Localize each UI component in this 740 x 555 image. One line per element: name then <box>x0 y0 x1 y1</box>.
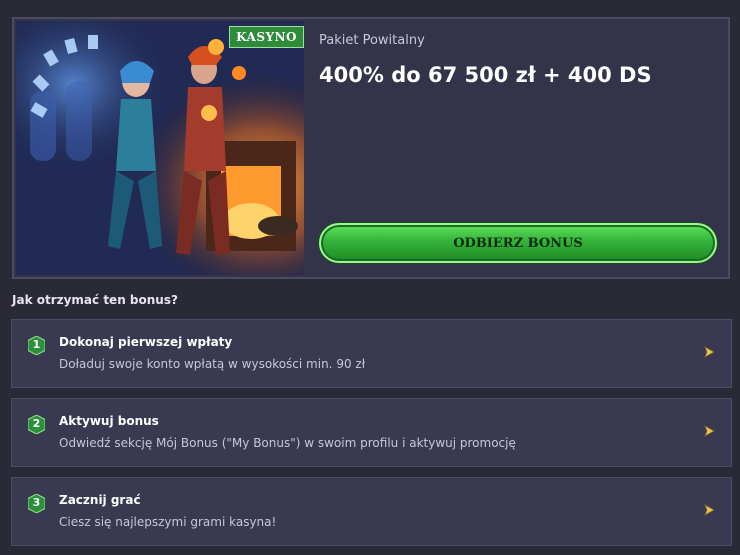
chevron-right-icon <box>704 346 715 358</box>
chevron-right-icon <box>704 425 715 437</box>
step-title: Aktywuj bonus <box>59 414 159 428</box>
step-number: 2 <box>32 417 41 430</box>
hexagon-number-icon: 1 <box>28 336 45 355</box>
step-title: Dokonaj pierwszej wpłaty <box>59 335 233 349</box>
step-item-1[interactable]: 1 Dokonaj pierwszej wpłaty Doładuj swoje… <box>11 319 732 388</box>
hero-illustration <box>16 21 304 275</box>
promo-hero-image: KASYNO <box>16 21 304 275</box>
claim-bonus-button[interactable]: ODBIERZ BONUS <box>319 223 717 263</box>
promo-subtitle: Pakiet Powitalny <box>319 33 425 48</box>
promo-card: KASYNO Pakiet Powitalny 400% do 67 500 z… <box>12 17 730 279</box>
step-item-3[interactable]: 3 Zacznij grać Ciesz się najlepszymi gra… <box>11 477 732 546</box>
hexagon-number-icon: 3 <box>28 494 45 513</box>
step-description: Odwiedź sekcję Mój Bonus ("My Bonus") w … <box>59 436 516 450</box>
chevron-right-icon <box>704 504 715 516</box>
hexagon-number-icon: 2 <box>28 415 45 434</box>
step-number: 1 <box>32 338 41 351</box>
promo-title: 400% do 67 500 zł + 400 DS <box>319 63 652 87</box>
step-item-2[interactable]: 2 Aktywuj bonus Odwiedź sekcję Mój Bonus… <box>11 398 732 467</box>
how-to-heading: Jak otrzymać ten bonus? <box>12 293 178 307</box>
category-badge: KASYNO <box>229 26 304 48</box>
step-number: 3 <box>32 496 41 509</box>
step-description: Doładuj swoje konto wpłatą w wysokości m… <box>59 357 366 371</box>
step-title: Zacznij grać <box>59 493 141 507</box>
step-description: Ciesz się najlepszymi grami kasyna! <box>59 515 277 529</box>
